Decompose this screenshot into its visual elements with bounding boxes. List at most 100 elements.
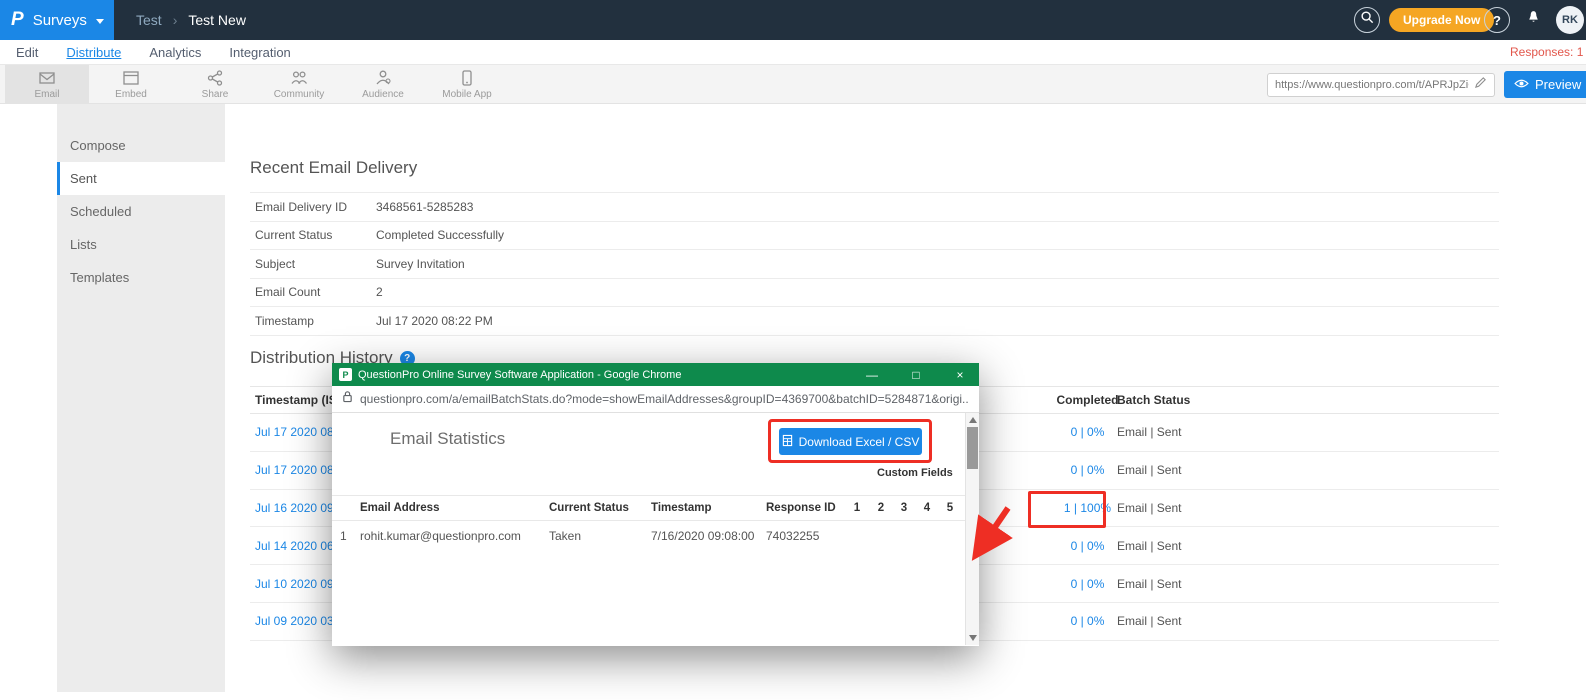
batch-status-value: Email | Sent bbox=[1117, 577, 1181, 591]
email-statistics-heading: Email Statistics bbox=[390, 429, 505, 449]
notifications-button[interactable] bbox=[1521, 8, 1545, 32]
lock-icon bbox=[342, 390, 353, 408]
custom-fields-label: Custom Fields bbox=[877, 467, 953, 479]
toolbar-item-community[interactable]: Community bbox=[257, 65, 341, 104]
survey-url-field[interactable]: https://www.questionpro.com/t/APRJpZiCB bbox=[1267, 73, 1495, 97]
sidebar-item-templates[interactable]: Templates bbox=[57, 261, 225, 294]
spreadsheet-icon bbox=[782, 434, 793, 450]
questionpro-favicon: P bbox=[339, 368, 352, 381]
bell-icon bbox=[1525, 9, 1542, 31]
section-nav: Edit Distribute Analytics Integration Re… bbox=[0, 40, 1586, 65]
sidebar-item-compose[interactable]: Compose bbox=[57, 129, 225, 162]
preview-button[interactable]: Preview bbox=[1504, 71, 1586, 98]
column-header-custom-4: 4 bbox=[920, 502, 934, 514]
download-button-label: Download Excel / CSV bbox=[799, 435, 920, 449]
row-value: 3468561-5285283 bbox=[376, 200, 473, 214]
avatar[interactable]: RK bbox=[1556, 6, 1584, 34]
email-icon bbox=[38, 69, 56, 87]
distribute-toolbar: Email Embed Share Community Audience Mob… bbox=[0, 65, 1586, 104]
share-icon bbox=[206, 69, 224, 87]
sidebar-item-sent[interactable]: Sent bbox=[57, 162, 225, 195]
sidebar-item-scheduled[interactable]: Scheduled bbox=[57, 195, 225, 228]
column-header-custom-2: 2 bbox=[874, 502, 888, 514]
popup-url-text[interactable]: questionpro.com/a/emailBatchStats.do?mod… bbox=[360, 392, 969, 406]
toolbar-item-email[interactable]: Email bbox=[5, 65, 89, 104]
batch-status-value: Email | Sent bbox=[1117, 539, 1181, 553]
top-bar: P Surveys Test › Test New Upgrade Now ? … bbox=[0, 0, 1586, 40]
question-mark-icon: ? bbox=[1493, 13, 1501, 28]
column-header-custom-5: 5 bbox=[943, 502, 957, 514]
response-id-value: 74032255 bbox=[766, 529, 819, 543]
batch-status-value: Email | Sent bbox=[1117, 614, 1181, 628]
upgrade-now-button[interactable]: Upgrade Now bbox=[1389, 8, 1494, 32]
row-label: Email Delivery ID bbox=[250, 200, 376, 214]
popup-window-title: QuestionPro Online Survey Software Appli… bbox=[358, 369, 847, 381]
table-row: Email Delivery ID 3468561-5285283 bbox=[250, 193, 1499, 222]
row-index: 1 bbox=[340, 529, 347, 543]
audience-icon bbox=[374, 69, 392, 87]
row-value: Jul 17 2020 08:22 PM bbox=[376, 314, 493, 328]
scroll-up-icon[interactable] bbox=[969, 417, 977, 423]
email-sidebar: Compose Sent Scheduled Lists Templates bbox=[57, 104, 225, 692]
email-statistics-popup: P QuestionPro Online Survey Software App… bbox=[332, 363, 979, 646]
popup-address-bar[interactable]: questionpro.com/a/emailBatchStats.do?mod… bbox=[332, 386, 979, 413]
toolbar-item-label: Community bbox=[274, 89, 325, 100]
table-row: Timestamp Jul 17 2020 08:22 PM bbox=[250, 307, 1499, 336]
tab-integration[interactable]: Integration bbox=[229, 45, 290, 60]
mobile-app-icon bbox=[458, 69, 476, 87]
column-header-email-address: Email Address bbox=[360, 502, 439, 514]
survey-url-value[interactable]: https://www.questionpro.com/t/APRJpZiCB bbox=[1275, 79, 1469, 91]
row-label: Email Count bbox=[250, 285, 376, 299]
download-excel-csv-button[interactable]: Download Excel / CSV bbox=[779, 428, 922, 455]
preview-button-label: Preview bbox=[1535, 77, 1581, 92]
breadcrumb-separator: › bbox=[173, 12, 178, 28]
search-button[interactable] bbox=[1354, 7, 1380, 33]
batch-status-value: Email | Sent bbox=[1117, 501, 1181, 515]
help-button[interactable]: ? bbox=[1484, 7, 1510, 33]
close-icon[interactable]: × bbox=[941, 363, 979, 386]
scrollbar-thumb[interactable] bbox=[967, 427, 978, 469]
table-row: Subject Survey Invitation bbox=[250, 250, 1499, 279]
chevron-down-icon bbox=[96, 19, 104, 24]
tab-edit[interactable]: Edit bbox=[16, 45, 38, 60]
column-header-custom-1: 1 bbox=[850, 502, 864, 514]
table-row: Email Count 2 bbox=[250, 279, 1499, 308]
toolbar-item-embed[interactable]: Embed bbox=[89, 65, 173, 104]
row-label: Subject bbox=[250, 257, 376, 271]
popup-title-bar[interactable]: P QuestionPro Online Survey Software App… bbox=[332, 363, 979, 386]
community-icon bbox=[290, 69, 308, 87]
row-value: Survey Invitation bbox=[376, 257, 465, 271]
toolbar-item-label: Share bbox=[202, 89, 229, 100]
table-row: 1 rohit.kumar@questionpro.com Taken 7/16… bbox=[332, 521, 965, 551]
column-header-current-status: Current Status bbox=[549, 502, 629, 514]
search-icon bbox=[1360, 10, 1375, 30]
toolbar-item-mobile-app[interactable]: Mobile App bbox=[425, 65, 509, 104]
minimize-icon[interactable]: — bbox=[853, 363, 891, 386]
scroll-down-icon[interactable] bbox=[969, 635, 977, 641]
row-label: Timestamp bbox=[250, 314, 376, 328]
questionpro-logo: P bbox=[11, 9, 24, 31]
edit-pencil-icon[interactable] bbox=[1474, 76, 1487, 94]
maximize-icon[interactable]: □ bbox=[897, 363, 935, 386]
current-status-value: Taken bbox=[549, 529, 581, 543]
column-header-batch-status: Batch Status bbox=[1117, 393, 1190, 407]
sidebar-item-lists[interactable]: Lists bbox=[57, 228, 225, 261]
toolbar-item-audience[interactable]: Audience bbox=[341, 65, 425, 104]
embed-icon bbox=[122, 69, 140, 87]
toolbar-item-label: Email bbox=[34, 89, 59, 100]
breadcrumb-item-test[interactable]: Test bbox=[136, 12, 162, 28]
tab-analytics[interactable]: Analytics bbox=[149, 45, 201, 60]
eye-icon bbox=[1514, 77, 1529, 92]
breadcrumb-item-test-new: Test New bbox=[188, 12, 246, 28]
batch-status-value: Email | Sent bbox=[1117, 425, 1181, 439]
tab-distribute[interactable]: Distribute bbox=[66, 45, 121, 60]
popup-scrollbar[interactable] bbox=[965, 413, 979, 645]
table-row: Current Status Completed Successfully bbox=[250, 222, 1499, 251]
row-value: Completed Successfully bbox=[376, 228, 504, 242]
surveys-menu[interactable]: P Surveys bbox=[0, 0, 114, 40]
recent-email-delivery-title: Recent Email Delivery bbox=[250, 158, 417, 178]
batch-status-value: Email | Sent bbox=[1117, 463, 1181, 477]
responses-count[interactable]: Responses: 1 bbox=[1510, 45, 1583, 59]
toolbar-item-share[interactable]: Share bbox=[173, 65, 257, 104]
column-header-response-id: Response ID bbox=[766, 502, 836, 514]
